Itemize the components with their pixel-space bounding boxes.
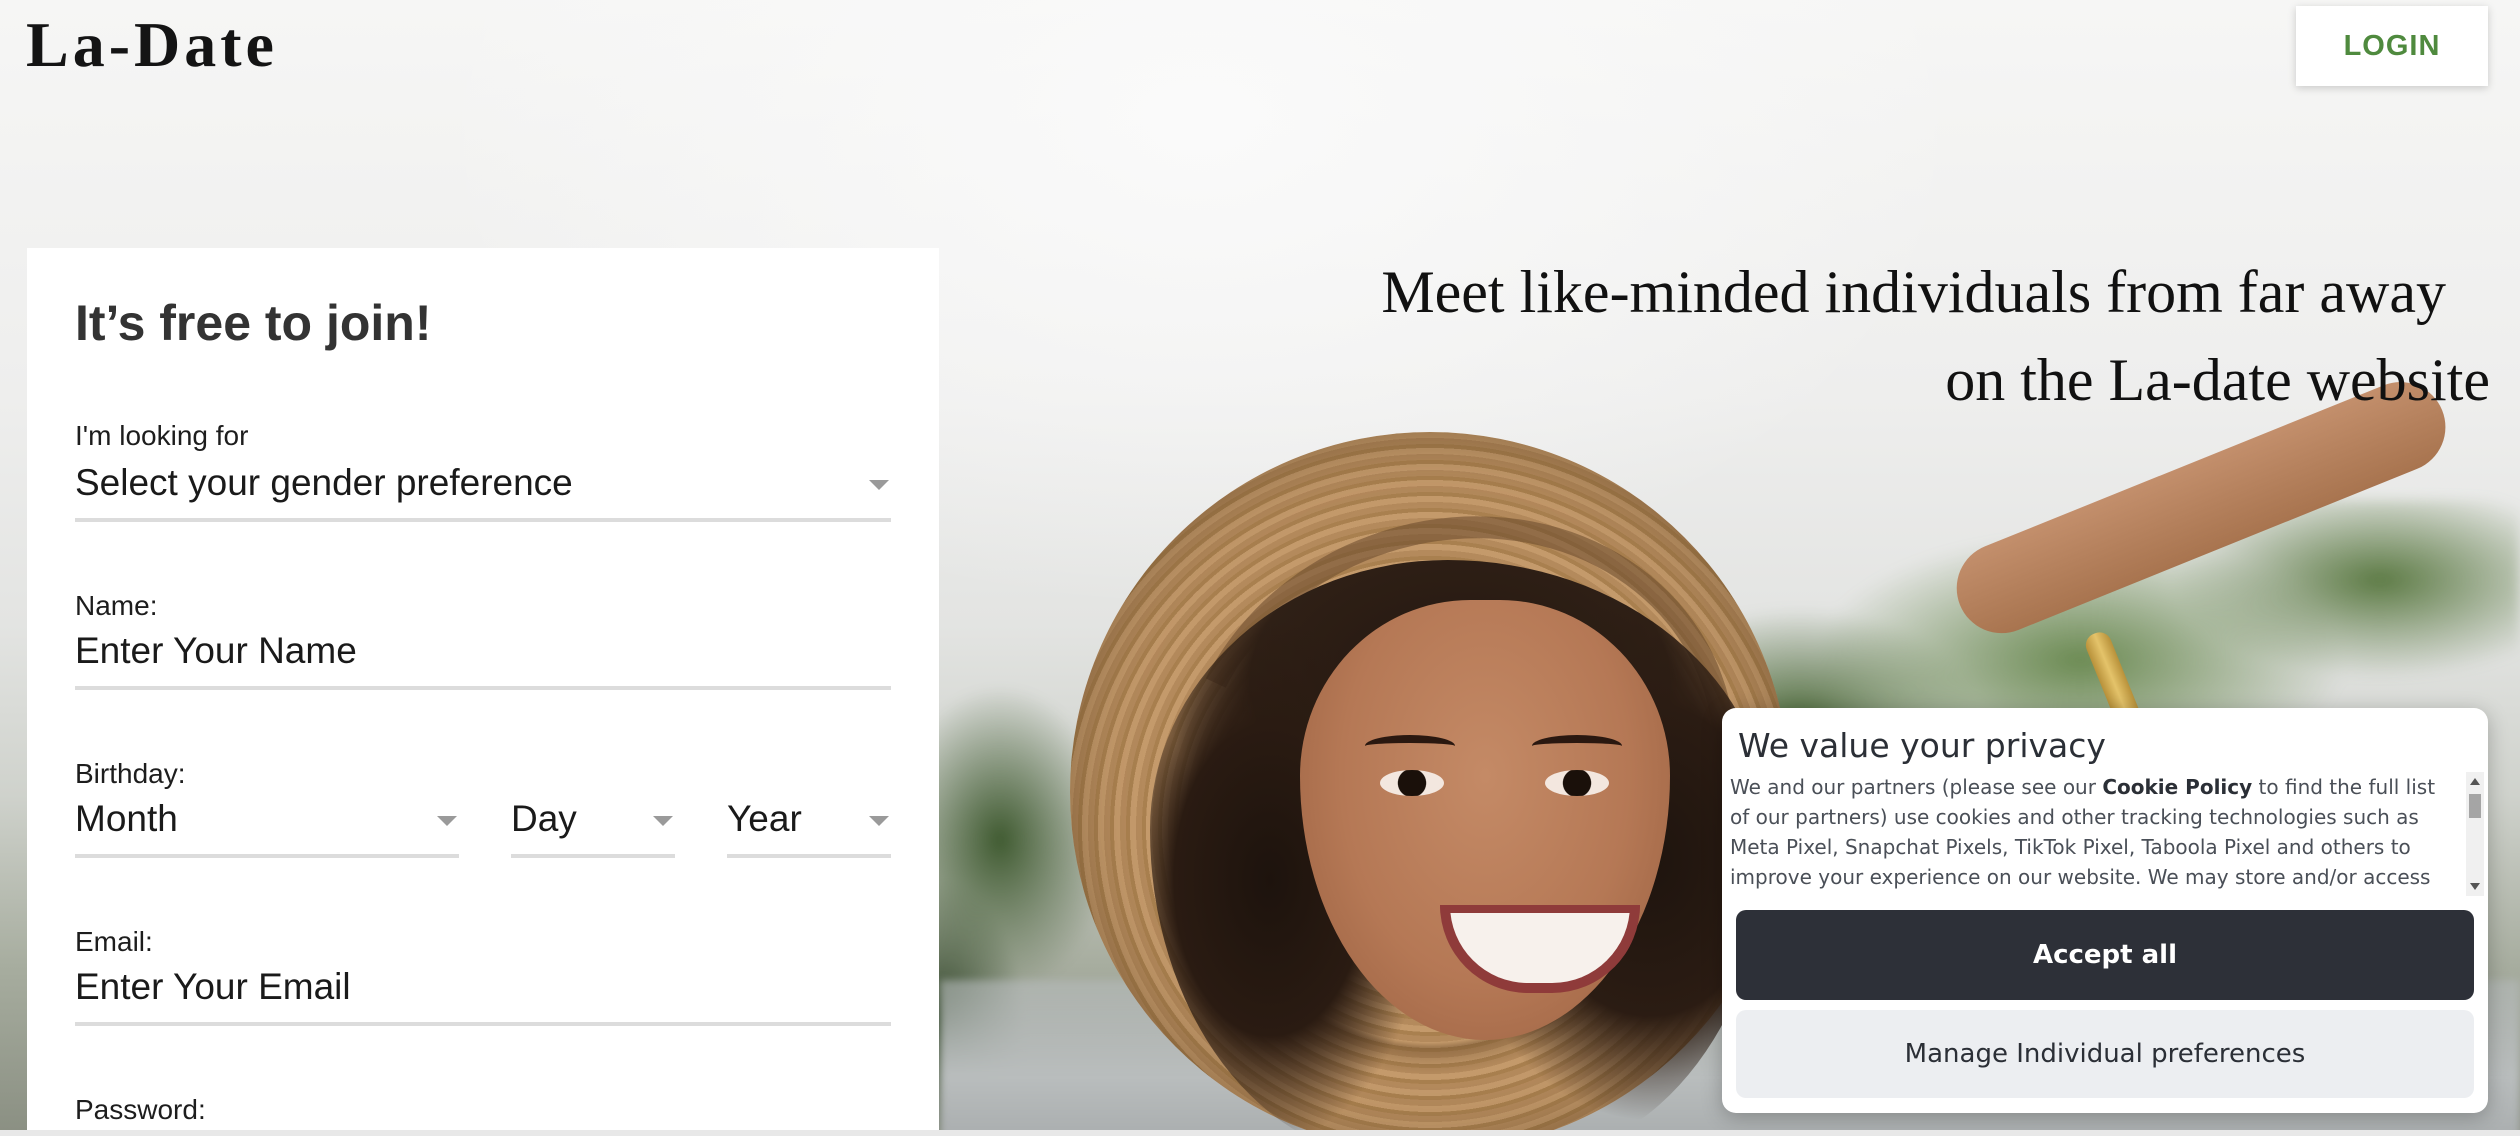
cookie-policy-link[interactable]: Cookie Policy xyxy=(2102,775,2252,799)
birthday-label: Birthday: xyxy=(75,758,186,789)
birthday-year-select[interactable]: Year xyxy=(727,798,891,858)
page-bottom-edge xyxy=(0,1130,2520,1136)
login-button[interactable]: LOGIN xyxy=(2296,6,2488,86)
scroll-thumb[interactable] xyxy=(2469,794,2481,818)
cookie-description[interactable]: We and our partners (please see our Cook… xyxy=(1730,772,2452,896)
hero-headline-line2: on the La-date website xyxy=(1945,347,2490,413)
birthday-day-select[interactable]: Day xyxy=(511,798,675,858)
signup-title: It’s free to join! xyxy=(75,295,432,351)
chevron-down-icon xyxy=(869,480,889,490)
looking-for-label: I'm looking for xyxy=(75,420,249,451)
gender-preference-value: Select your gender preference xyxy=(75,462,573,503)
page: La-Date LOGIN Meet like-minded individua… xyxy=(0,0,2520,1136)
cookie-consent-dialog: We value your privacy We and our partner… xyxy=(1722,708,2488,1113)
accept-all-button[interactable]: Accept all xyxy=(1736,910,2474,1000)
password-label: Password: xyxy=(75,1094,206,1125)
birthday-day-value: Day xyxy=(511,798,577,839)
birthday-year-value: Year xyxy=(727,798,802,839)
cookie-scrollbar[interactable] xyxy=(2466,772,2484,896)
name-label: Name: xyxy=(75,590,158,621)
cookie-title: We value your privacy xyxy=(1738,726,2106,765)
hero-headline-line1: Meet like-minded individuals from far aw… xyxy=(1381,259,2446,325)
scroll-down-icon[interactable] xyxy=(2470,883,2480,890)
birthday-month-value: Month xyxy=(75,798,178,839)
chevron-down-icon xyxy=(653,816,673,826)
chevron-down-icon xyxy=(869,816,889,826)
email-label: Email: xyxy=(75,926,153,957)
hero-brow-right xyxy=(1532,735,1622,757)
birthday-month-select[interactable]: Month xyxy=(75,798,459,858)
hero-eye-left xyxy=(1380,770,1444,796)
name-placeholder: Enter Your Name xyxy=(75,630,357,671)
hero-headline: Meet like-minded individuals from far aw… xyxy=(1190,248,2490,424)
hero-brow-left xyxy=(1365,735,1455,757)
name-input[interactable]: Enter Your Name xyxy=(75,630,891,690)
cookie-text-start: We and our partners (please see our xyxy=(1730,775,2103,799)
manage-preferences-button[interactable]: Manage Individual preferences xyxy=(1736,1010,2474,1098)
gender-preference-select[interactable]: Select your gender preference xyxy=(75,462,891,522)
signup-form-card: It’s free to join! I'm looking for Selec… xyxy=(27,248,939,1136)
chevron-down-icon xyxy=(437,816,457,826)
email-placeholder: Enter Your Email xyxy=(75,966,351,1007)
scroll-up-icon[interactable] xyxy=(2470,778,2480,785)
site-logo[interactable]: La-Date xyxy=(26,8,278,82)
hero-eye-right xyxy=(1545,770,1609,796)
email-input[interactable]: Enter Your Email xyxy=(75,966,891,1026)
